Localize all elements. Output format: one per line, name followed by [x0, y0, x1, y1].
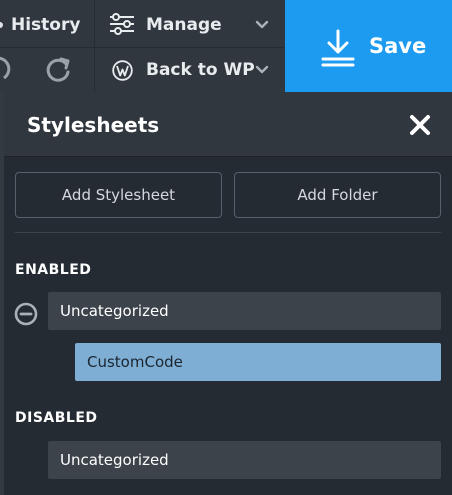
- stylesheet-item-customcode[interactable]: CustomCode: [75, 343, 441, 381]
- close-icon: [410, 115, 430, 135]
- disabled-heading: DISABLED: [15, 410, 98, 426]
- divider: [15, 232, 441, 233]
- manage-button[interactable]: Manage: [95, 0, 285, 48]
- panel-title: Stylesheets: [27, 113, 160, 137]
- history-label: History: [11, 15, 81, 35]
- save-button[interactable]: Save: [285, 0, 452, 92]
- collapse-minus-icon[interactable]: [14, 302, 38, 326]
- folder-label: Uncategorized: [60, 451, 169, 469]
- panel-header: Stylesheets: [4, 92, 452, 157]
- redo-icon: [46, 57, 70, 82]
- undo-icon: [0, 56, 11, 80]
- history-button[interactable]: History: [0, 0, 94, 48]
- download-icon: [321, 29, 355, 67]
- manage-label: Manage: [146, 15, 222, 35]
- add-folder-button[interactable]: Add Folder: [234, 172, 441, 218]
- top-toolbar: History Manage Back to WP Save: [0, 0, 452, 92]
- chevron-down-icon: [255, 20, 269, 29]
- save-label: Save: [369, 34, 427, 58]
- app-root: History Manage Back to WP Save Styleshee…: [0, 0, 452, 495]
- wordpress-icon: [112, 60, 133, 81]
- close-button[interactable]: [408, 113, 432, 137]
- back-to-wp-button[interactable]: Back to WP: [95, 48, 285, 92]
- folder-row-disabled-uncategorized[interactable]: Uncategorized: [48, 441, 441, 479]
- back-to-wp-label: Back to WP: [146, 60, 255, 80]
- enabled-heading: ENABLED: [15, 262, 92, 278]
- chevron-down-icon: [255, 65, 269, 74]
- add-stylesheet-button[interactable]: Add Stylesheet: [15, 172, 222, 218]
- stylesheets-panel: Stylesheets Add Stylesheet Add Folder EN…: [0, 92, 452, 495]
- redo-button[interactable]: [44, 57, 74, 83]
- history-icon: [0, 22, 3, 28]
- folder-row-enabled-uncategorized[interactable]: Uncategorized: [48, 292, 441, 330]
- minus-circle-icon: [14, 302, 38, 326]
- sliders-icon: [110, 13, 134, 35]
- undo-button[interactable]: [0, 48, 20, 92]
- stylesheet-label: CustomCode: [87, 353, 183, 371]
- folder-label: Uncategorized: [60, 302, 169, 320]
